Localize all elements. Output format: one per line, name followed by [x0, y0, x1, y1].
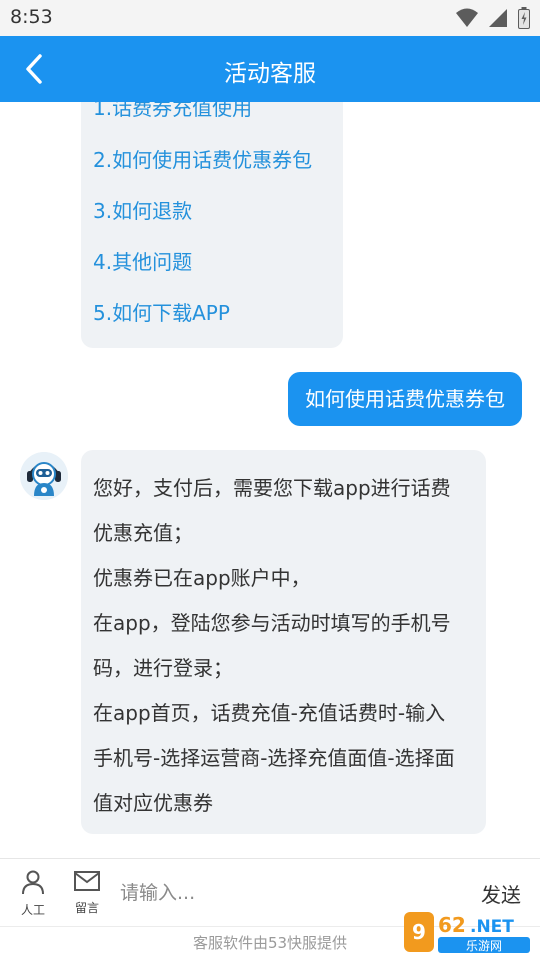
status-bar: 8:53	[0, 0, 540, 36]
answer-line: 优惠充值；	[93, 521, 193, 545]
send-button[interactable]: 发送	[481, 879, 521, 908]
robot-agent-icon	[20, 452, 68, 500]
human-agent-button[interactable]: 人工	[13, 869, 53, 918]
answer-line: 您好，支付后，需要您下载app进行话费	[93, 476, 451, 500]
svg-text:乐游网: 乐游网	[466, 939, 502, 953]
svg-text:62: 62	[438, 913, 466, 937]
svg-text:9: 9	[412, 920, 426, 944]
agent-avatar	[20, 452, 68, 500]
user-message-bubble: 如何使用话费优惠券包	[288, 372, 522, 426]
wifi-icon	[456, 8, 478, 27]
faq-item-recharge[interactable]: 1.话费券充值使用	[93, 102, 252, 121]
faq-item-other[interactable]: 4.其他问题	[93, 246, 192, 275]
person-icon	[22, 870, 44, 895]
agent-answer-bubble: 您好，支付后，需要您下载app进行话费 优惠充值； 优惠券已在app账户中， 在…	[81, 450, 486, 834]
faq-menu-bubble: 1.话费券充值使用 2.如何使用话费优惠券包 3.如何退款 4.其他问题 5.如…	[81, 102, 343, 348]
answer-line: 码，进行登录；	[93, 656, 233, 680]
leave-message-button[interactable]: 留言	[67, 869, 107, 916]
header-bar: 活动客服	[0, 36, 540, 102]
answer-line: 手机号-选择运营商-选择充值面值-选择面	[93, 746, 455, 770]
answer-line: 优惠券已在app账户中，	[93, 566, 311, 590]
faq-item-coupon-pack[interactable]: 2.如何使用话费优惠券包	[93, 144, 312, 173]
watermark-logo: 9 62 .NET 乐游网	[404, 910, 534, 956]
page-title: 活动客服	[224, 61, 316, 87]
answer-line: 值对应优惠券	[93, 791, 213, 815]
status-icons	[456, 7, 530, 29]
signal-icon	[489, 9, 507, 27]
answer-line: 在app首页，话费充值-充值话费时-输入	[93, 701, 446, 725]
status-time: 8:53	[10, 6, 53, 28]
answer-line: 在app，登陆您参与活动时填写的手机号	[93, 611, 451, 635]
battery-icon	[518, 7, 530, 29]
mail-icon	[74, 871, 100, 891]
message-input[interactable]	[118, 873, 442, 913]
svg-text:.NET: .NET	[470, 917, 514, 937]
leave-message-label: 留言	[74, 901, 99, 915]
faq-item-download-app[interactable]: 5.如何下载APP	[93, 297, 230, 326]
chat-area[interactable]: 1.话费券充值使用 2.如何使用话费优惠券包 3.如何退款 4.其他问题 5.如…	[0, 102, 540, 858]
faq-item-refund[interactable]: 3.如何退款	[93, 195, 192, 224]
human-agent-label: 人工	[20, 903, 45, 917]
